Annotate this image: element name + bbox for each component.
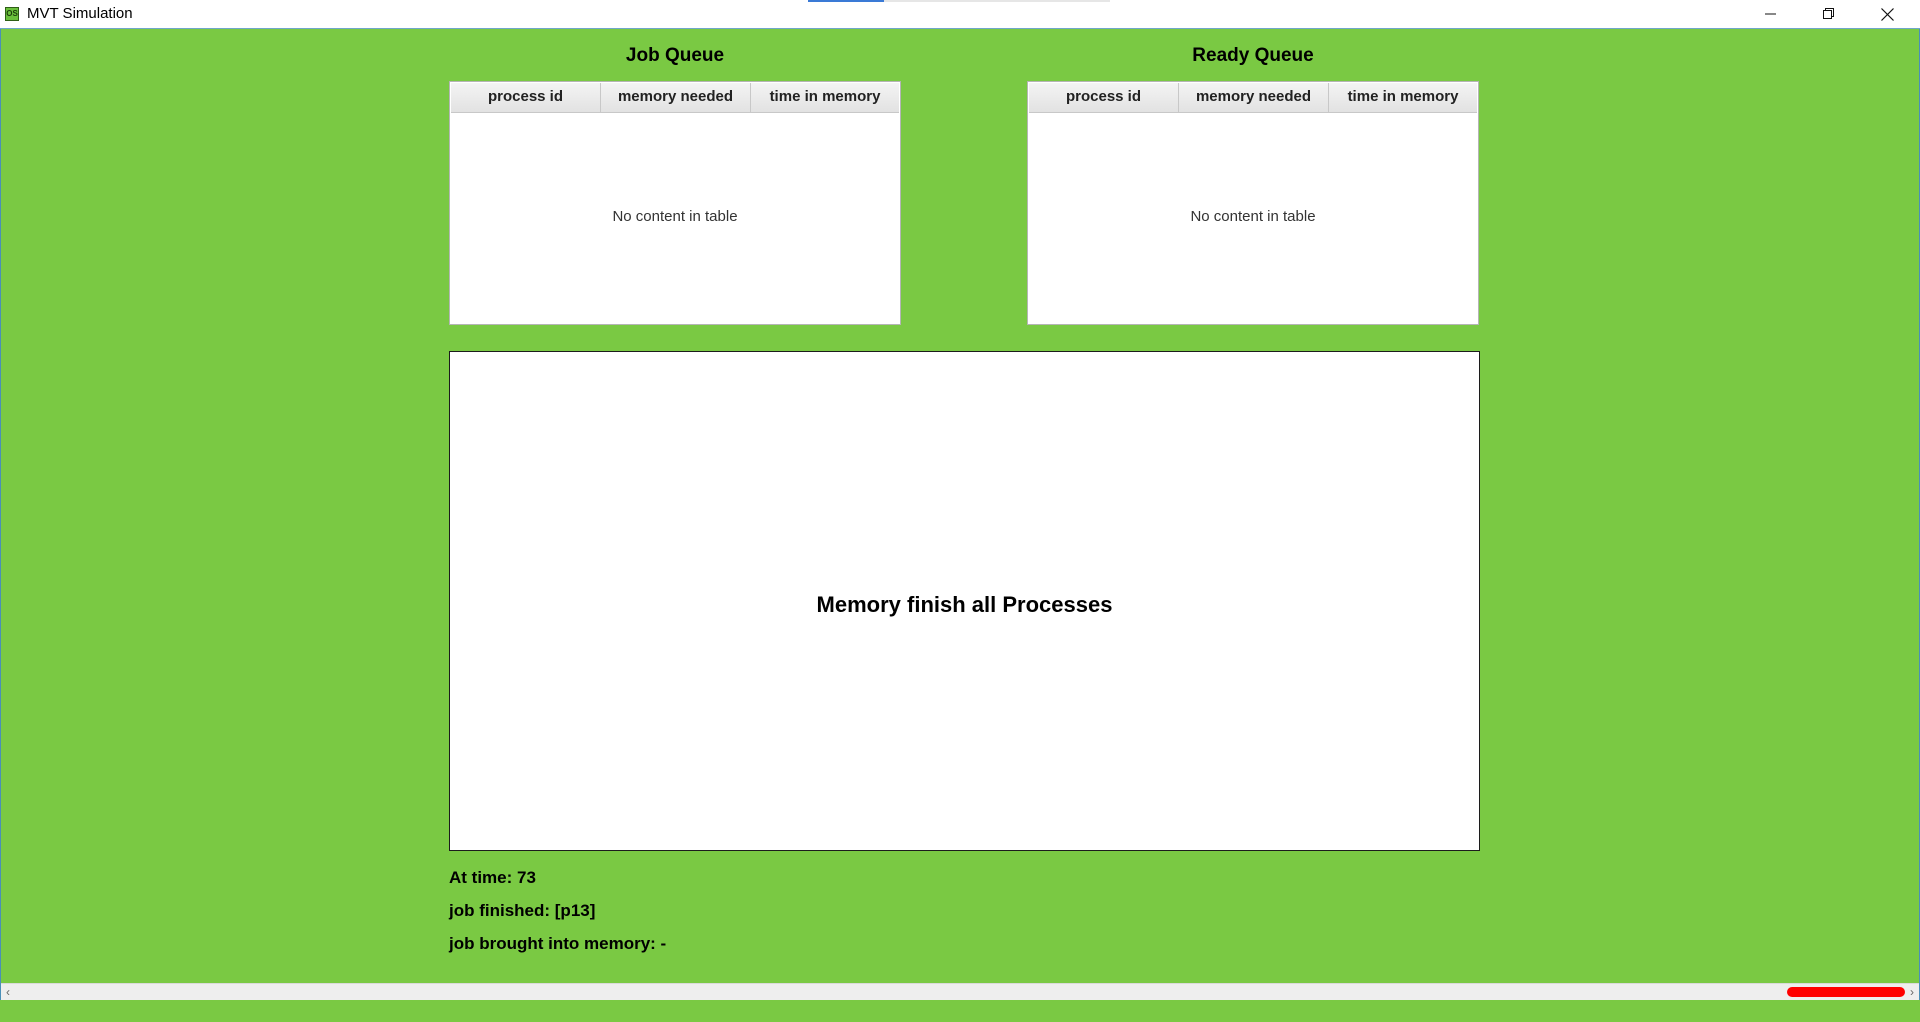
column-header-time-in-memory[interactable]: time in memory: [1329, 83, 1477, 112]
restore-icon: [1823, 8, 1834, 19]
ready-queue-empty-message: No content in table: [1190, 208, 1316, 225]
job-queue-table[interactable]: process id memory needed time in memory …: [449, 81, 901, 325]
scroll-right-icon[interactable]: ›: [1905, 984, 1919, 1000]
ready-queue-header: process id memory needed time in memory: [1029, 83, 1477, 113]
column-header-time-in-memory[interactable]: time in memory: [751, 83, 899, 112]
horizontal-scrollbar[interactable]: ‹ ›: [1, 983, 1919, 1000]
close-button[interactable]: [1858, 0, 1916, 28]
title-progress-fill: [808, 0, 884, 2]
minimize-icon: [1765, 13, 1776, 15]
column-header-memory-needed[interactable]: memory needed: [1179, 83, 1329, 112]
scrollbar-thumb[interactable]: [1787, 987, 1905, 997]
column-header-memory-needed[interactable]: memory needed: [601, 83, 751, 112]
window-title: MVT Simulation: [27, 5, 133, 22]
minimize-button[interactable]: [1742, 0, 1800, 28]
memory-status-message: Memory finish all Processes: [816, 592, 1113, 617]
job-queue-header: process id memory needed time in memory: [451, 83, 899, 113]
job-queue-empty-message: No content in table: [612, 208, 738, 225]
job-queue-title: Job Queue: [625, 45, 725, 66]
column-header-process-id[interactable]: process id: [451, 83, 601, 112]
job-finished-label: job finished: [p13]: [449, 901, 596, 920]
title-bar: OS MVT Simulation: [0, 0, 1920, 29]
restore-button[interactable]: [1800, 0, 1858, 28]
memory-panel: Memory finish all Processes: [449, 351, 1480, 851]
job-brought-in-label: job brought into memory: -: [449, 934, 667, 953]
app-icon: OS: [5, 7, 19, 21]
title-progress-bar: [808, 0, 1110, 2]
column-header-process-id[interactable]: process id: [1029, 83, 1179, 112]
ready-queue-table[interactable]: process id memory needed time in memory …: [1027, 81, 1479, 325]
close-icon: [1880, 7, 1894, 21]
scroll-left-icon[interactable]: ‹: [1, 984, 15, 1000]
ready-queue-title: Ready Queue: [1192, 45, 1314, 66]
current-time-label: At time: 73: [449, 868, 536, 887]
